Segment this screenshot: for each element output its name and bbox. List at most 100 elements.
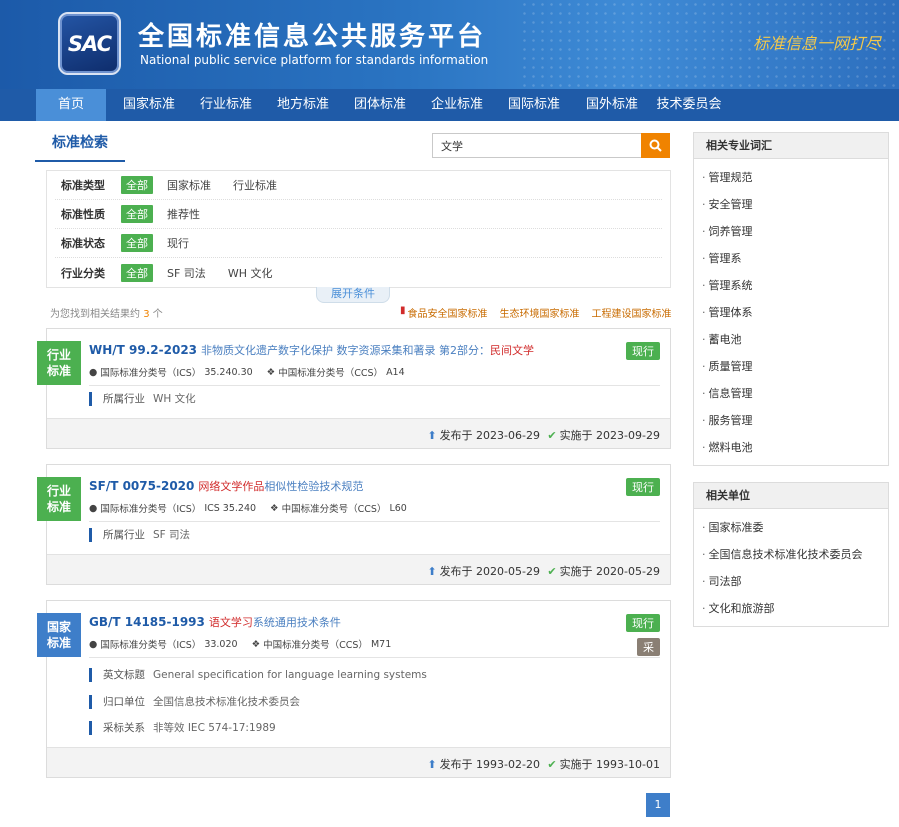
check-icon: ✔: [547, 757, 557, 771]
quick-link-food-safety[interactable]: 食品安全国家标准: [408, 305, 488, 320]
related-term[interactable]: 管理系统: [694, 272, 888, 299]
standard-code: GB/T 14185-1993: [89, 615, 205, 629]
filter-row-status: 标准状态 全部 现行: [55, 229, 662, 258]
ccs-value: L60: [389, 502, 407, 514]
filter-option[interactable]: SF 司法: [167, 265, 206, 281]
related-unit[interactable]: 司法部: [694, 568, 888, 595]
tab-standard-search[interactable]: 标准检索: [35, 128, 125, 162]
sac-logo[interactable]: SAC: [58, 12, 121, 75]
upload-icon: ⬆: [427, 757, 437, 771]
standard-type-badge: 行业标准: [37, 477, 81, 521]
related-units-title: 相关单位: [694, 483, 888, 509]
filter-all[interactable]: 全部: [121, 176, 153, 194]
filter-row-type: 标准类型 全部 国家标准 行业标准: [55, 171, 662, 200]
filter-option[interactable]: 国家标准: [167, 177, 211, 193]
filter-option[interactable]: 推荐性: [167, 206, 200, 222]
related-term[interactable]: 饲养管理: [694, 218, 888, 245]
nav-industry-standards[interactable]: 行业标准: [191, 89, 261, 121]
nav-foreign-standards[interactable]: 国外标准: [577, 89, 647, 121]
result-footer: ⬆ 发布于 2023-06-29 ✔ 实施于 2023-09-29: [47, 418, 670, 448]
result-attribute: 采标关系 非等效 IEC 574-17:1989: [89, 721, 276, 735]
standard-title: 相似性检验技术规范: [264, 480, 364, 493]
nav-enterprise-standards[interactable]: 企业标准: [422, 89, 492, 121]
site-subtitle: National public service platform for sta…: [140, 53, 489, 67]
result-title-link[interactable]: SF/T 0075-2020 网络文学作品相似性检验技术规范: [89, 478, 363, 494]
attr-value: General specification for language learn…: [153, 669, 427, 681]
publish-date: ⬆ 发布于 2020-05-29: [427, 563, 540, 579]
ccs-label: 中国标准分类号（CCS）: [263, 640, 368, 651]
result-title-link[interactable]: GB/T 14185-1993 语文学习系统通用技术条件: [89, 614, 341, 630]
related-term[interactable]: 信息管理: [694, 380, 888, 407]
attr-value: SF 司法: [153, 529, 191, 541]
related-term[interactable]: 蓄电池: [694, 326, 888, 353]
attr-value: WH 文化: [153, 393, 196, 405]
nav-international-standards[interactable]: 国际标准: [499, 89, 569, 121]
publish-date: ⬆ 发布于 1993-02-20: [427, 756, 540, 772]
site-title: 全国标准信息公共服务平台: [138, 22, 487, 52]
globe-icon: ●: [89, 502, 101, 514]
result-attribute: 归口单位 全国信息技术标准化技术委员会: [89, 695, 300, 709]
implement-date: ✔ 实施于 2020-05-29: [547, 563, 660, 579]
implement-date-text: 实施于 1993-10-01: [559, 758, 660, 771]
standard-title: 非物质文化遗产数字化保护 数字资源采集和著录 第2部分：: [201, 344, 491, 357]
quick-link-engineering[interactable]: 工程建设国家标准: [592, 305, 672, 320]
globe-icon: ●: [89, 366, 101, 378]
nav-local-standards[interactable]: 地方标准: [268, 89, 338, 121]
search-input[interactable]: [432, 133, 641, 158]
related-term[interactable]: 服务管理: [694, 407, 888, 434]
result-count-suffix: 个: [152, 309, 163, 320]
pagination-page-1[interactable]: 1: [646, 793, 670, 817]
related-term[interactable]: 质量管理: [694, 353, 888, 380]
nav-technical-committees[interactable]: 技术委员会: [652, 89, 726, 121]
attr-value: 非等效 IEC 574-17:1989: [153, 722, 276, 734]
title-highlight: 网络文学作品: [198, 480, 265, 493]
related-units-panel: 相关单位 国家标准委 全国信息技术标准化技术委员会 司法部 文化和旅游部: [693, 482, 889, 627]
site-header: SAC 全国标准信息公共服务平台 National public service…: [0, 0, 899, 89]
filter-option[interactable]: 行业标准: [233, 177, 277, 193]
filter-option[interactable]: WH 文化: [228, 265, 273, 281]
title-highlight: 语文学习: [208, 616, 253, 629]
search-button[interactable]: [641, 133, 670, 158]
filter-label: 标准状态: [61, 237, 105, 250]
nav-home[interactable]: 首页: [36, 89, 106, 121]
status-badge: 现行: [626, 478, 660, 496]
related-term[interactable]: 管理体系: [694, 299, 888, 326]
related-term[interactable]: 管理系: [694, 245, 888, 272]
check-icon: ✔: [547, 564, 557, 578]
related-unit[interactable]: 国家标准委: [694, 514, 888, 541]
related-terms-title: 相关专业词汇: [694, 133, 888, 159]
result-count-prefix: 为您找到相关结果约: [50, 309, 140, 320]
standard-type-badge: 行业标准: [37, 341, 81, 385]
badge-text: 行业标准: [46, 348, 71, 378]
related-unit[interactable]: 全国信息技术标准化技术委员会: [694, 541, 888, 568]
result-card: 行业标准 WH/T 99.2-2023 非物质文化遗产数字化保护 数字资源采集和著…: [37, 328, 671, 449]
quick-link-eco-environment[interactable]: 生态环境国家标准: [500, 305, 580, 320]
nav-national-standards[interactable]: 国家标准: [114, 89, 184, 121]
nav-group-standards[interactable]: 团体标准: [345, 89, 415, 121]
related-term[interactable]: 燃料电池: [694, 434, 888, 461]
ccs-label: 中国标准分类号（CCS）: [281, 504, 387, 515]
result-attribute: 所属行业 WH 文化: [89, 392, 196, 406]
expand-conditions-button[interactable]: 展开条件: [316, 287, 390, 303]
filter-all[interactable]: 全部: [121, 263, 153, 282]
related-term[interactable]: 管理规范: [694, 164, 888, 191]
filter-option[interactable]: 现行: [167, 235, 189, 251]
result-title-link[interactable]: WH/T 99.2-2023 非物质文化遗产数字化保护 数字资源采集和著录 第2部…: [89, 342, 534, 358]
filter-all[interactable]: 全部: [121, 234, 153, 252]
attr-label: 归口单位: [103, 696, 145, 708]
ics-value: 33.020: [204, 638, 238, 650]
badge-text: 行业标准: [46, 484, 71, 514]
ccs-icon: ❖: [270, 502, 282, 514]
filter-label: 标准性质: [61, 208, 105, 221]
filter-all[interactable]: 全部: [121, 205, 153, 223]
logo-text: SAC: [67, 31, 112, 56]
status-badge: 现行: [626, 342, 660, 360]
related-unit[interactable]: 文化和旅游部: [694, 595, 888, 622]
filter-row-nature: 标准性质 全部 推荐性: [55, 200, 662, 229]
main-nav: 首页 国家标准 行业标准 地方标准 团体标准 企业标准 国际标准 国外标准 技术…: [0, 89, 899, 121]
result-count-number: 3: [143, 309, 150, 320]
status-badge: 现行: [626, 614, 660, 632]
filter-panel: 标准类型 全部 国家标准 行业标准 标准性质 全部 推荐性 标准状态 全部 现行…: [46, 170, 671, 288]
implement-date: ✔ 实施于 1993-10-01: [547, 756, 660, 772]
related-term[interactable]: 安全管理: [694, 191, 888, 218]
